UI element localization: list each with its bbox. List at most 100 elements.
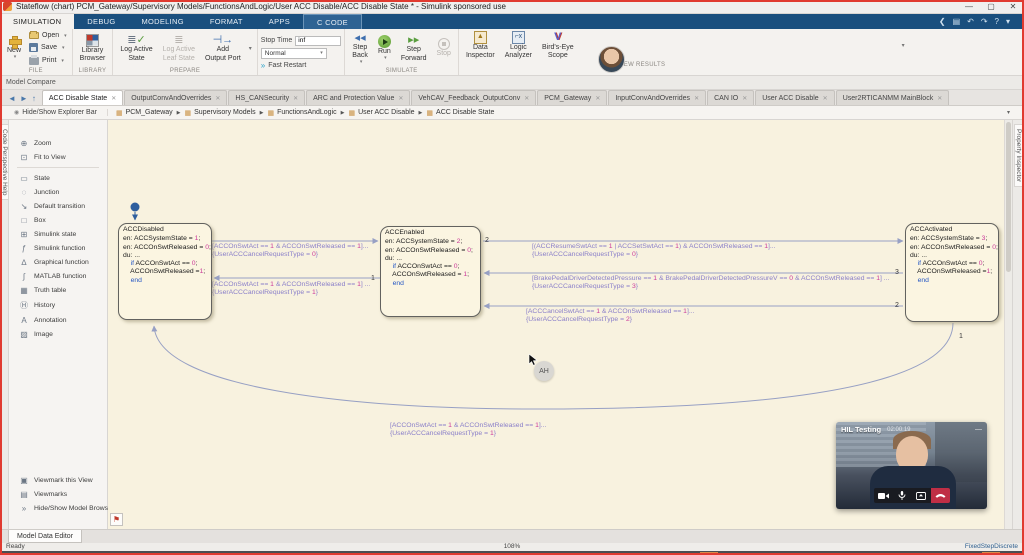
palette-item-simulink-state[interactable]: ⊞ Simulink state	[9, 227, 107, 241]
review-overflow-icon[interactable]: ▾	[900, 42, 907, 49]
property-inspector-tab[interactable]: Property Inspector	[1012, 120, 1024, 529]
ribbon-tab-debug[interactable]: DEBUG	[74, 14, 128, 29]
data-inspector-button[interactable]: ▲ Data Inspector	[462, 30, 499, 61]
close-tab-icon[interactable]: ✕	[111, 95, 116, 102]
breadcrumb-item-4[interactable]: ▦ ACC Disable State	[426, 109, 494, 117]
ribbon-tab-modeling[interactable]: MODELING	[128, 14, 196, 29]
palette-item-viewmarks[interactable]: ▤ Viewmarks	[9, 487, 107, 501]
ribbon-tab-c-code[interactable]: C CODE	[303, 14, 362, 29]
redo-icon[interactable]: ↷	[981, 17, 988, 26]
stop-button[interactable]: Stop	[433, 30, 455, 67]
close-tab-icon[interactable]: ✕	[742, 95, 747, 102]
palette-item-state[interactable]: ▭ State	[9, 171, 107, 185]
vertical-scrollbar[interactable]	[1004, 120, 1012, 529]
share-screen-button[interactable]	[912, 488, 931, 503]
library-browser-button[interactable]: Library Browser	[76, 30, 110, 67]
doc-tab-can-io[interactable]: CAN IO ✕	[707, 90, 755, 105]
stop-time-input[interactable]	[295, 35, 342, 46]
ribbon-tab-simulation[interactable]: SIMULATION	[0, 14, 75, 29]
step-back-button[interactable]: ◂◂ Step Back ▾	[348, 30, 372, 67]
log-active-state-button[interactable]: ≣✓ Log Active State	[116, 30, 156, 67]
logic-analyzer-button[interactable]: ⌐x Logic Analyzer	[501, 30, 536, 61]
save-button[interactable]: Save ▾	[27, 43, 69, 53]
webcam-minimize-icon[interactable]: —	[975, 426, 982, 433]
palette-item-hide-show-model-browser[interactable]: » Hide/Show Model Browser	[9, 501, 114, 515]
explorer-bar-toggle[interactable]: ◉ Hide/Show Explorer Bar	[0, 109, 108, 116]
canvas-pin-icon[interactable]: ⚑	[110, 513, 123, 526]
minimize-button[interactable]: —	[958, 2, 980, 11]
doc-tab-inputconvandoverrides[interactable]: InputConvAndOverrides ✕	[608, 90, 707, 105]
close-tab-icon[interactable]: ✕	[937, 95, 942, 102]
stateflow-canvas[interactable]: [ACCOnSwtAct == 1 & ACCOnSwtReleased == …	[108, 120, 1004, 529]
webcam-overlay[interactable]: HIL Testing 02:00:19 —	[836, 422, 987, 509]
close-tab-icon[interactable]: ✕	[524, 95, 529, 102]
microphone-button[interactable]	[893, 488, 912, 503]
palette-item-junction[interactable]: ◌ Junction	[9, 185, 107, 199]
undo-icon[interactable]: ↶	[967, 17, 974, 26]
step-forward-button[interactable]: ▸▸ Step Forward	[397, 30, 431, 67]
close-tab-icon[interactable]: ✕	[595, 95, 600, 102]
model-compare-panel[interactable]: Model Compare	[0, 76, 1024, 90]
nav-up-icon[interactable]: ↑	[32, 94, 36, 103]
model-data-editor-tab[interactable]: Model Data Editor	[8, 530, 83, 543]
birds-eye-scope-button[interactable]: V Bird's-Eye Scope	[538, 30, 578, 61]
nav-back-icon[interactable]: ◄	[8, 94, 16, 103]
breadcrumb-item-2[interactable]: ▦ FunctionsAndLogic	[267, 109, 336, 117]
close-tab-icon[interactable]: ✕	[823, 95, 828, 102]
close-tab-icon[interactable]: ✕	[293, 95, 298, 102]
palette-item-truth-table[interactable]: ▦ Truth table	[9, 283, 107, 297]
palette-item-matlab-function[interactable]: ∫ MATLAB function	[9, 269, 107, 283]
doc-tab-acc-disable-state[interactable]: ACC Disable State ✕	[41, 90, 124, 105]
palette-item-box[interactable]: □ Box	[9, 213, 107, 227]
state-accenabled[interactable]: ACCEnabled en: ACCSystemState = 2; en: ACC…	[380, 226, 481, 317]
transition-activated-to-disabled[interactable]	[151, 322, 954, 410]
doc-tab-hs_cansecurity[interactable]: HS_CANSecurity ✕	[228, 90, 306, 105]
new-dropdown-icon[interactable]: ▾	[14, 54, 17, 61]
breadcrumb-dropdown-icon[interactable]: ▾	[1007, 109, 1010, 116]
more-icon[interactable]: ▾	[1006, 17, 1010, 26]
run-button[interactable]: Run ▾	[374, 30, 395, 67]
fast-restart-toggle[interactable]: Fast Restart	[268, 62, 306, 69]
palette-item-history[interactable]: Ⓗ History	[9, 297, 107, 313]
prepare-overflow-icon[interactable]: ▾	[247, 45, 254, 52]
palette-item-graphical-function[interactable]: ∆ Graphical function	[9, 255, 107, 269]
close-tab-icon[interactable]: ✕	[398, 95, 403, 102]
log-active-leaf-state-button[interactable]: ≣ Log Active Leaf State	[159, 30, 199, 67]
doc-tab-outputconvandoverrides[interactable]: OutputConvAndOverrides ✕	[124, 90, 228, 105]
hang-up-button[interactable]	[930, 488, 950, 503]
doc-tab-pcm_gateway[interactable]: PCM_Gateway ✕	[537, 90, 608, 105]
palette-item-image[interactable]: ▨ Image	[9, 327, 107, 341]
palette-item-fit-to-view[interactable]: ⊡ Fit to View	[9, 150, 107, 164]
add-output-port-button[interactable]: ⊣→ Add Output Port	[201, 30, 245, 67]
close-tab-icon[interactable]: ✕	[694, 95, 699, 102]
state-accdisabled[interactable]: ACCDisabled en: ACCSystemState = 1; en: AC…	[118, 223, 212, 320]
breadcrumb-item-1[interactable]: ▦ Supervisory Models	[185, 109, 256, 117]
open-button[interactable]: Open ▾	[27, 31, 69, 40]
close-tab-icon[interactable]: ✕	[215, 95, 220, 102]
breadcrumb-item-0[interactable]: ▦ PCM_Gateway	[116, 109, 173, 117]
camera-button[interactable]	[874, 488, 893, 503]
doc-tab-user2rticanmm-mainblock[interactable]: User2RTICANMM MainBlock ✕	[835, 90, 950, 105]
save-icon[interactable]: ▤	[953, 17, 961, 26]
collapse-ribbon-icon[interactable]: ❮	[939, 17, 946, 26]
new-button[interactable]: New ▾	[3, 30, 25, 67]
palette-item-simulink-function[interactable]: ƒ Simulink function	[9, 241, 107, 255]
palette-item-viewmark-this-view[interactable]: ▣ Viewmark this View	[9, 473, 107, 487]
doc-tab-vehcav_feedback_outputconv[interactable]: VehCAV_Feedback_OutputConv ✕	[411, 90, 537, 105]
palette-item-zoom[interactable]: ⊕ Zoom	[9, 136, 107, 150]
state-accactivated[interactable]: ACCActivated en: ACCSystemState = 3; en: A…	[905, 223, 999, 322]
close-button[interactable]: ✕	[1002, 2, 1024, 11]
code-perspective-help-tab[interactable]: Code Perspective Help	[0, 120, 9, 529]
nav-forward-icon[interactable]: ►	[20, 94, 28, 103]
ribbon-tab-format[interactable]: FORMAT	[197, 14, 256, 29]
palette-item-annotation[interactable]: A Annotation	[9, 313, 107, 327]
help-icon[interactable]: ?	[995, 17, 999, 26]
print-button[interactable]: Print ▾	[27, 54, 69, 65]
breadcrumb-item-3[interactable]: ▦ User ACC Disable	[349, 109, 415, 117]
simulation-mode-select[interactable]: Normal ▾	[260, 47, 327, 59]
doc-tab-user-acc-disable[interactable]: User ACC Disable ✕	[755, 90, 835, 105]
palette-item-default-transition[interactable]: ↘ Default transition	[9, 199, 107, 213]
doc-tab-arc-and-protection-value[interactable]: ARC and Protection Value ✕	[306, 90, 411, 105]
maximize-button[interactable]: ▢	[980, 2, 1002, 11]
ribbon-tab-apps[interactable]: APPS	[256, 14, 303, 29]
